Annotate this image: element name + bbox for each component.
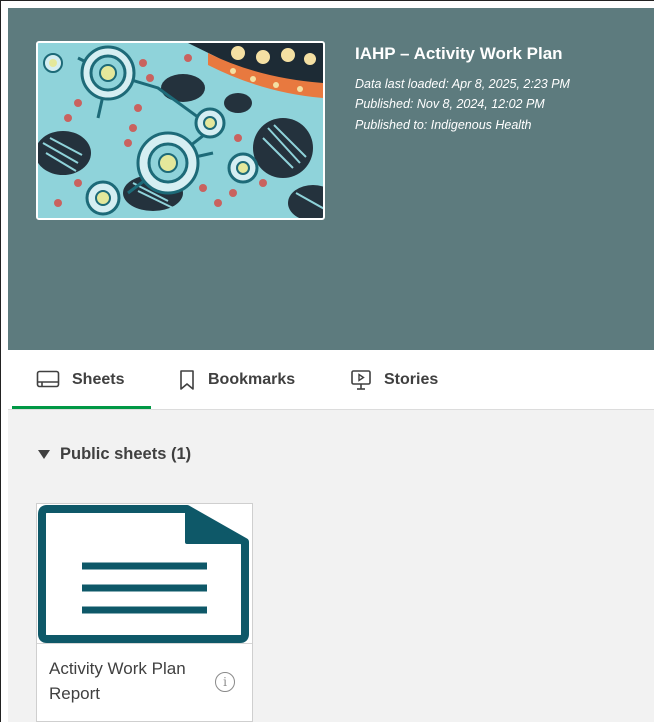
sheet-icon [36,370,60,388]
bookmark-icon [180,370,194,390]
sheets-content: Public sheets (1) Activity Work Plan Rep… [8,410,654,722]
caret-down-icon [38,450,50,459]
public-sheets-label: Public sheets (1) [60,445,192,463]
sheet-card[interactable]: Activity Work Plan Report i [36,503,253,722]
tab-bookmarks-label: Bookmarks [208,371,296,388]
tab-sheets-label: Sheets [72,371,125,388]
document-icon [38,505,249,643]
tab-stories-label: Stories [384,371,439,388]
aboriginal-art-thumbnail [38,43,323,218]
sheet-thumbnail [37,504,252,644]
public-sheets-toggle[interactable]: Public sheets (1) [38,445,191,464]
published-to: Published to: Indigenous Health [355,118,532,132]
tab-stories[interactable]: Stories [350,350,438,410]
data-last-loaded: Data last loaded: Apr 8, 2025, 2:23 PM [355,77,570,91]
tab-bookmarks[interactable]: Bookmarks [178,350,295,410]
published-date: Published: Nov 8, 2024, 12:02 PM [355,97,545,111]
app-title: IAHP – Activity Work Plan [355,44,563,63]
active-tab-indicator [12,406,151,409]
story-icon [351,370,371,390]
app-thumbnail [36,41,325,220]
info-icon[interactable]: i [215,672,235,692]
tab-bar: Sheets Bookmarks Stories [8,350,654,410]
tab-sheets[interactable]: Sheets [36,350,124,410]
sheet-title: Activity Work Plan Report [49,659,186,703]
app-header: IAHP – Activity Work Plan Data last load… [8,8,654,350]
